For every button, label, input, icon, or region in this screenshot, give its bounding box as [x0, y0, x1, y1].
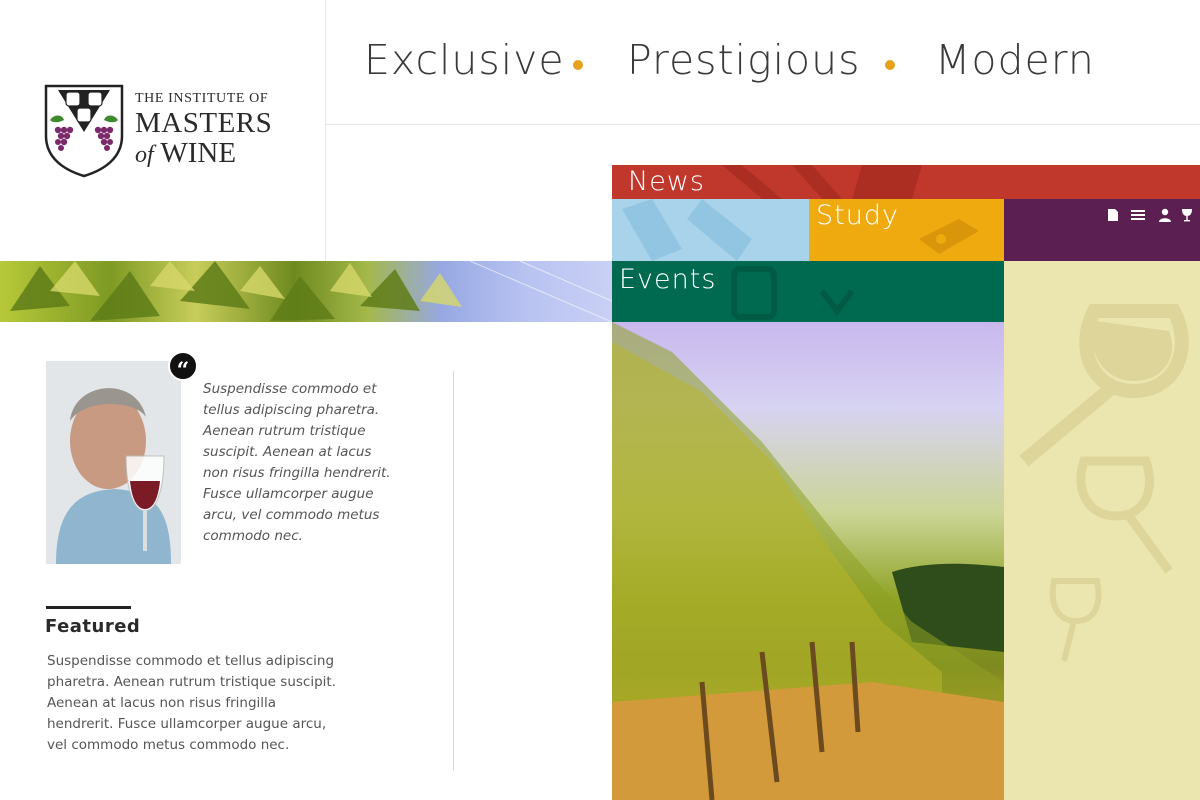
tagline-separator-dot: [573, 60, 583, 70]
nav-news-label: News: [628, 166, 705, 197]
menu-icon[interactable]: [1131, 208, 1145, 222]
logo-wine: WINE: [160, 137, 237, 169]
column-divider: [453, 371, 454, 770]
wine-glass-pattern-icon: [1019, 304, 1189, 662]
quote-text: Suspendisse commodo et tellus adipiscing…: [203, 381, 391, 544]
logo-line-masters: MASTERS: [135, 107, 273, 139]
vine-leaves-banner: [0, 261, 612, 322]
vine-leaves-image: [10, 261, 612, 322]
logo-panel: THE INSTITUTE OF MASTERS of WINE: [0, 0, 326, 261]
nav-tile-events[interactable]: Events: [612, 261, 1004, 322]
pencil-pattern-icon: [622, 199, 752, 261]
vineyard-image: [612, 322, 1004, 800]
logo-line-institute: THE INSTITUTE OF: [135, 91, 269, 106]
user-icon[interactable]: [1158, 208, 1172, 222]
nav-study-label: Study: [816, 200, 899, 231]
quote-mark-icon: “: [168, 351, 198, 384]
wine-glass-pattern-panel: [1004, 261, 1200, 800]
tagline-separator-dot: [885, 60, 895, 70]
nav-tile-study[interactable]: Study: [809, 199, 1004, 261]
tagline-word-prestigious: Prestigious: [627, 36, 861, 84]
logo-line-wine: of WINE: [135, 138, 272, 170]
tagline-word-modern: Modern: [935, 36, 1095, 84]
featured-text: Suspendisse commodo et tellus adipiscing…: [47, 653, 336, 753]
wine-taster-image: [46, 361, 181, 564]
tagline-word-exclusive: Exclusive: [364, 36, 565, 84]
tagline-bar: Exclusive Prestigious Modern: [326, 0, 1200, 125]
wine-glass-icon[interactable]: [1180, 208, 1194, 222]
document-icon[interactable]: [1106, 208, 1120, 222]
portrait-photo: [46, 361, 181, 564]
crest-logo-icon[interactable]: [44, 84, 124, 178]
nav-events-label: Events: [619, 264, 717, 295]
featured-heading[interactable]: Featured: [45, 616, 140, 637]
logo-wordmark[interactable]: THE INSTITUTE OF MASTERS of WINE: [135, 91, 272, 170]
nav-tile-news[interactable]: News: [612, 165, 1200, 199]
nav-tile-blue[interactable]: [612, 199, 809, 261]
vineyard-photo: [612, 322, 1004, 800]
featured-rule: [46, 606, 131, 609]
logo-of: of: [135, 142, 154, 168]
